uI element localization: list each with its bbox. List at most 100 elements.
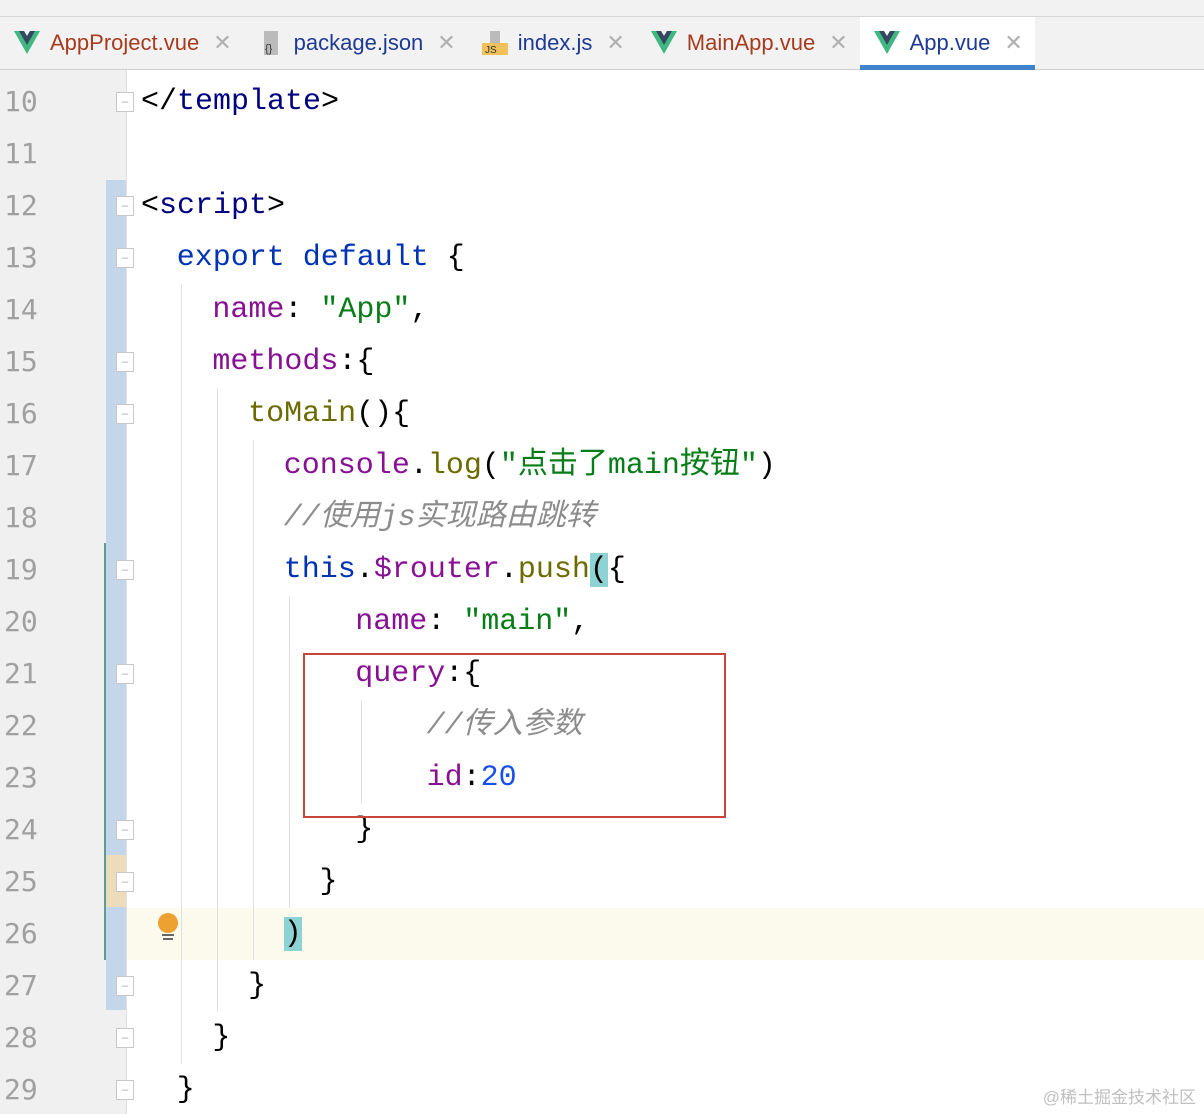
fold-marker-icon[interactable]: – bbox=[116, 196, 134, 216]
svg-text:JS: JS bbox=[485, 45, 497, 56]
close-icon[interactable]: ✕ bbox=[213, 30, 231, 56]
code-token: } bbox=[355, 813, 374, 847]
vue-icon bbox=[14, 30, 40, 56]
code-token: : bbox=[284, 293, 321, 327]
code-token: ) bbox=[757, 449, 776, 483]
code-token: </ bbox=[141, 85, 178, 119]
code-token: (){ bbox=[356, 397, 411, 431]
vcs-border-marker bbox=[104, 543, 106, 960]
code-token: : bbox=[427, 605, 464, 639]
fold-marker-icon[interactable]: – bbox=[116, 1080, 134, 1100]
close-icon[interactable]: ✕ bbox=[437, 30, 455, 56]
fold-marker-icon[interactable]: – bbox=[116, 248, 134, 268]
fold-marker-icon[interactable]: – bbox=[116, 1028, 134, 1048]
fold-marker-icon[interactable]: – bbox=[116, 664, 134, 684]
code-line-18[interactable]: //使用js实现路由跳转 bbox=[284, 492, 596, 544]
code-token: , bbox=[410, 293, 429, 327]
fold-marker-icon[interactable]: – bbox=[116, 92, 134, 112]
json-file-icon: {} bbox=[258, 30, 284, 56]
code-token: > bbox=[321, 85, 340, 119]
indent-guide bbox=[217, 388, 218, 1012]
indent-guide bbox=[181, 284, 182, 1064]
js-file-icon: JS bbox=[481, 30, 508, 56]
line-number: 23 bbox=[4, 761, 38, 794]
code-token: name bbox=[355, 605, 428, 639]
code-token: name bbox=[212, 293, 285, 327]
code-token: //使用js实现路由跳转 bbox=[283, 501, 596, 535]
tab-label: package.json bbox=[293, 30, 424, 55]
line-number: 17 bbox=[4, 449, 38, 482]
line-number: 22 bbox=[4, 709, 38, 742]
code-token: < bbox=[141, 189, 160, 223]
line-number: 28 bbox=[4, 1021, 38, 1054]
vue-icon bbox=[650, 30, 677, 56]
watermark: @稀土掘金技术社区 bbox=[1042, 1088, 1196, 1107]
code-line-27[interactable]: } bbox=[248, 960, 266, 1012]
code-token: script bbox=[159, 189, 268, 223]
code-line-15[interactable]: methods:{ bbox=[212, 336, 374, 388]
tab-mainapp-vue[interactable]: MainApp.vue ✕ bbox=[637, 17, 860, 69]
code-token: log bbox=[427, 449, 482, 483]
code-line-25[interactable]: } bbox=[320, 856, 338, 908]
code-token: . bbox=[355, 553, 374, 587]
line-number: 10 bbox=[4, 85, 38, 118]
close-icon[interactable]: ✕ bbox=[1004, 30, 1022, 56]
highlight-box bbox=[303, 653, 726, 818]
tab-label: index.js bbox=[517, 30, 593, 55]
code-token: } bbox=[319, 865, 338, 899]
code-line-20[interactable]: name: "main", bbox=[355, 596, 589, 648]
fold-marker-icon[interactable]: – bbox=[116, 872, 134, 892]
line-number: 19 bbox=[4, 553, 38, 586]
tab-appproject-vue[interactable]: AppProject.vue ✕ bbox=[0, 17, 244, 69]
code-line-28[interactable]: } bbox=[212, 1012, 230, 1064]
line-number: 16 bbox=[4, 397, 38, 430]
vue-icon bbox=[873, 30, 900, 56]
code-line-26[interactable]: ) bbox=[283, 908, 302, 960]
title-bar bbox=[0, 0, 1204, 17]
code-line-12[interactable]: <script> bbox=[141, 180, 285, 232]
code-token: $router bbox=[373, 553, 500, 587]
line-number: 27 bbox=[4, 969, 38, 1002]
indent-guide bbox=[253, 440, 254, 960]
fold-marker-icon[interactable]: – bbox=[116, 560, 134, 580]
code-line-17[interactable]: console.log("点击了main按钮") bbox=[284, 440, 776, 492]
code-line-16[interactable]: toMain(){ bbox=[248, 388, 410, 440]
code-line-13[interactable]: export default { bbox=[177, 232, 465, 284]
bulb-icon[interactable] bbox=[158, 913, 178, 941]
code-token: , bbox=[571, 605, 590, 639]
code-token: ) bbox=[283, 917, 302, 951]
code-line-14[interactable]: name: "App", bbox=[212, 284, 428, 336]
line-number: 18 bbox=[4, 501, 38, 534]
line-number: 20 bbox=[4, 605, 38, 638]
fold-marker-icon[interactable]: – bbox=[116, 976, 134, 996]
tab-app-vue[interactable]: App.vue ✕ bbox=[859, 17, 1035, 70]
close-icon[interactable]: ✕ bbox=[829, 30, 847, 56]
line-number: 15 bbox=[4, 345, 38, 378]
tab-label: MainApp.vue bbox=[686, 30, 816, 55]
code-token: toMain bbox=[248, 397, 357, 431]
code-token: } bbox=[212, 1021, 231, 1055]
fold-marker-icon[interactable]: – bbox=[116, 820, 134, 840]
code-token: console bbox=[283, 449, 410, 483]
line-number: 11 bbox=[4, 137, 38, 170]
line-number: 26 bbox=[4, 917, 38, 950]
fold-marker-icon[interactable]: – bbox=[116, 404, 134, 424]
line-number: 25 bbox=[4, 865, 38, 898]
code-token: > bbox=[267, 189, 286, 223]
code-token: { bbox=[607, 553, 626, 587]
code-line-10[interactable]: </template> bbox=[141, 76, 339, 128]
line-number: 12 bbox=[4, 189, 38, 222]
close-icon[interactable]: ✕ bbox=[606, 30, 624, 56]
code-token: export default bbox=[176, 241, 429, 275]
tab-package-json[interactable]: {} package.json ✕ bbox=[244, 17, 468, 69]
code-token: "App" bbox=[320, 293, 411, 327]
code-line-19[interactable]: this.$router.push({ bbox=[284, 544, 626, 596]
code-token: ( bbox=[589, 553, 608, 587]
indent-guide bbox=[289, 596, 290, 908]
fold-marker-icon[interactable]: – bbox=[116, 352, 134, 372]
code-token: :{ bbox=[338, 345, 375, 379]
code-line-29[interactable]: } bbox=[177, 1064, 195, 1116]
tab-index-js[interactable]: JS index.js ✕ bbox=[468, 17, 637, 69]
code-token: } bbox=[248, 969, 267, 1003]
line-number: 29 bbox=[4, 1073, 38, 1106]
